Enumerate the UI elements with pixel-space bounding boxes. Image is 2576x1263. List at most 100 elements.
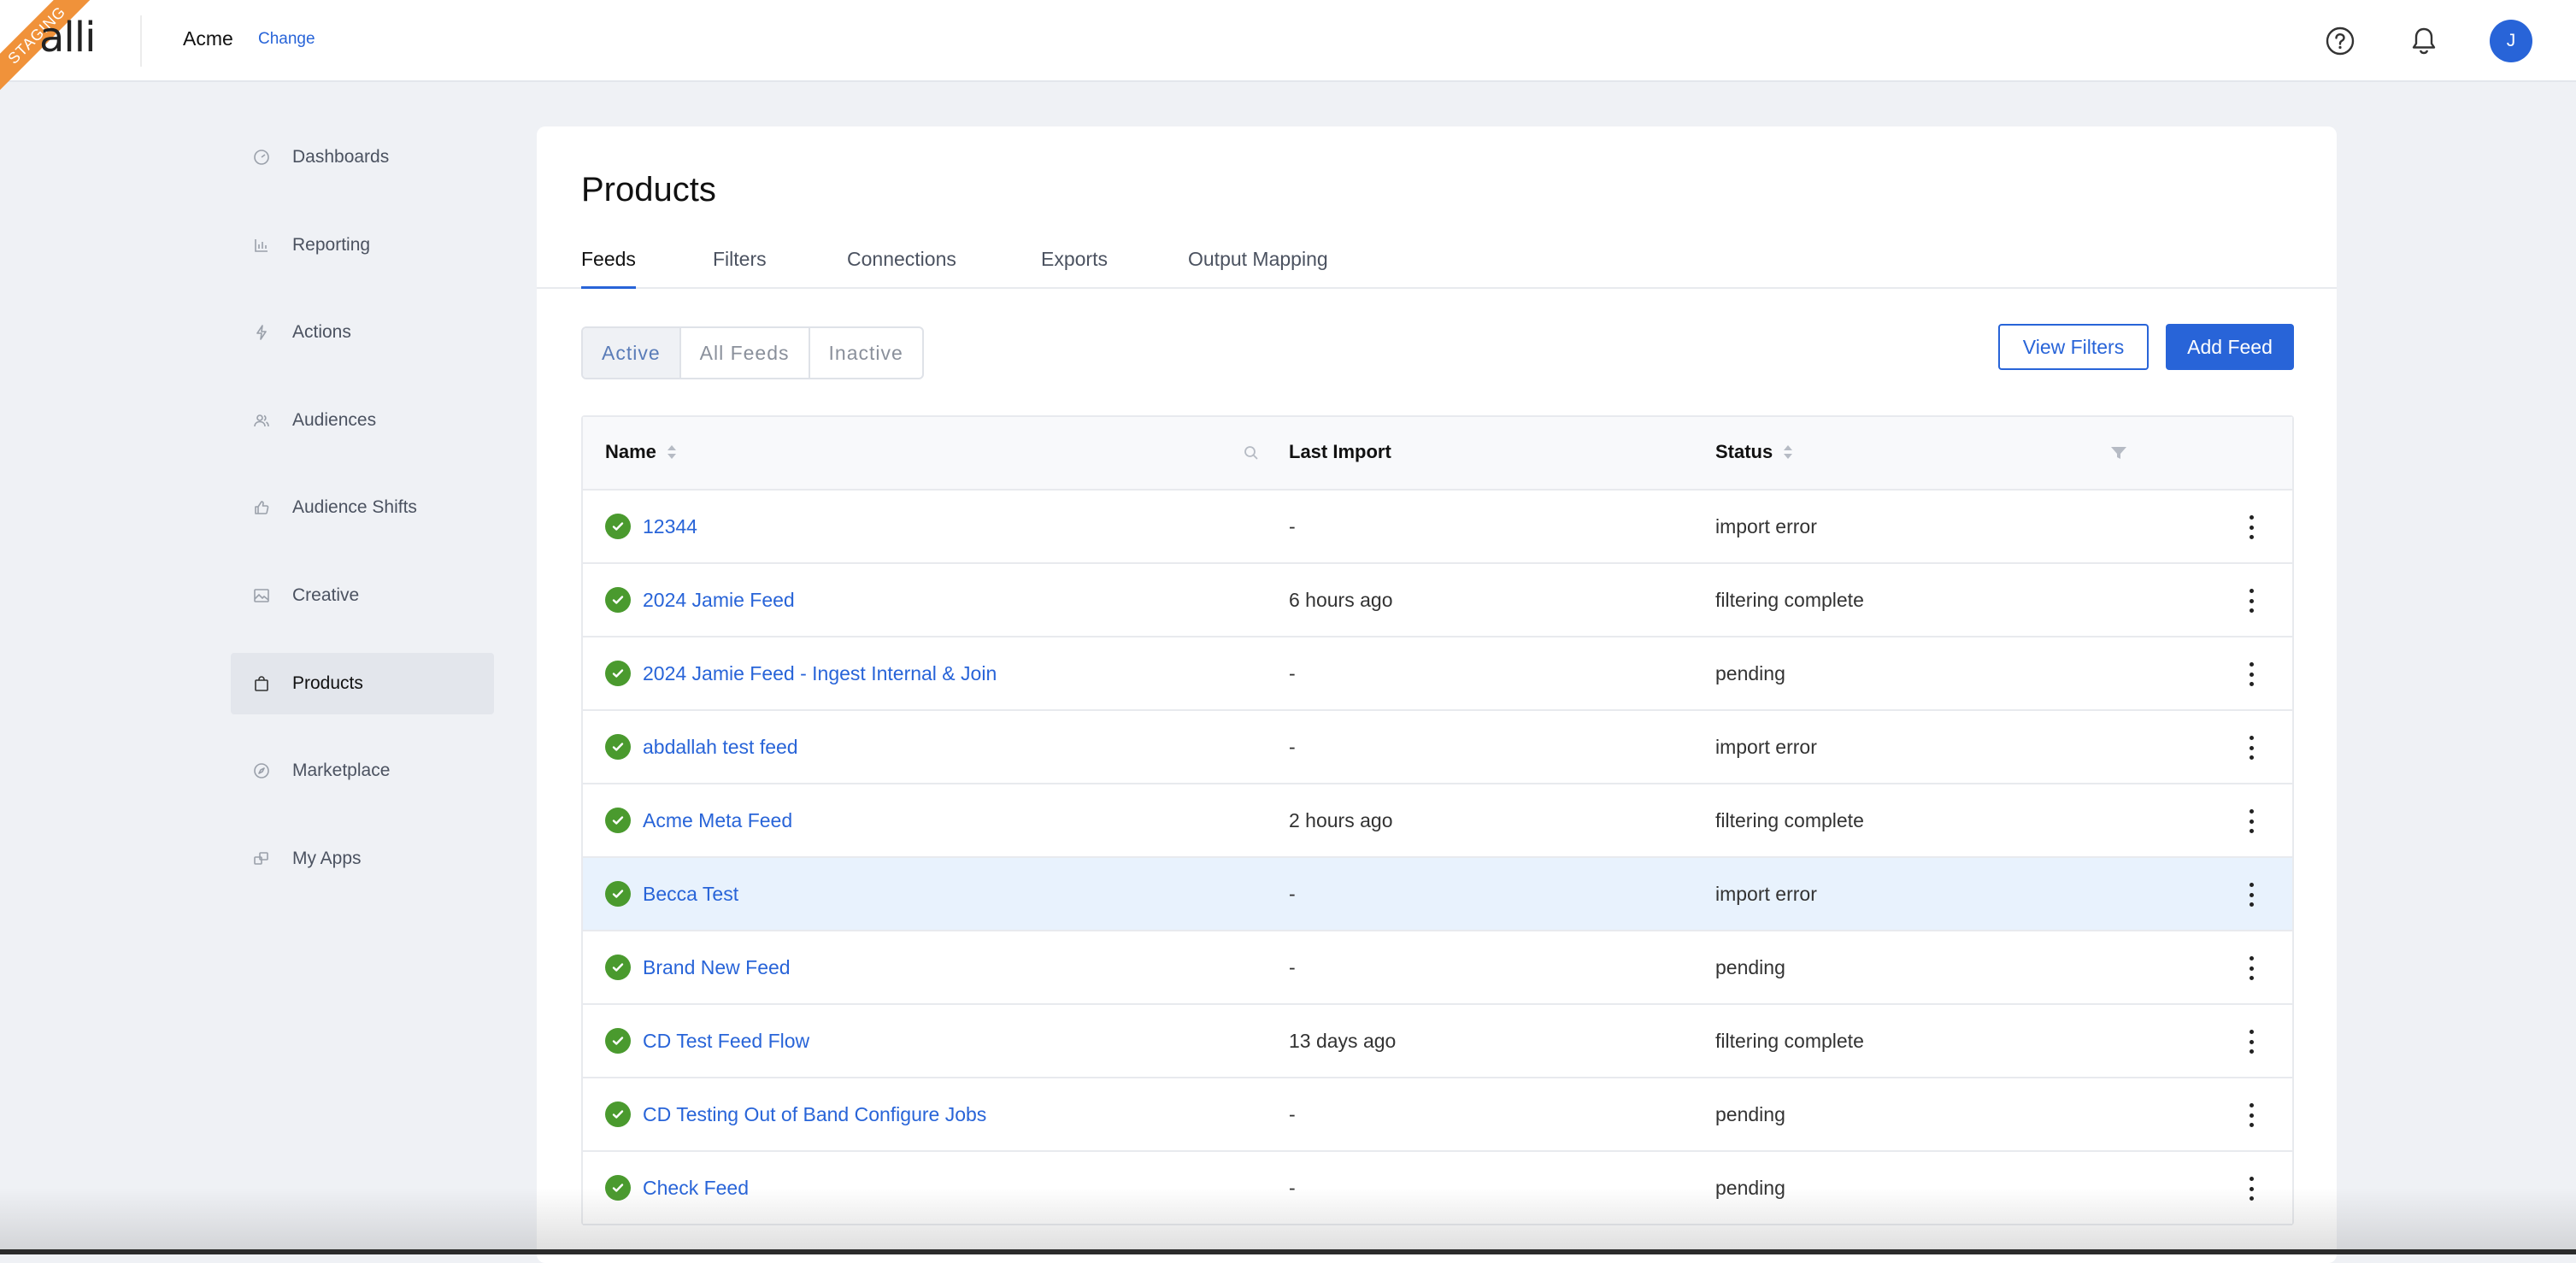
bell-icon[interactable] <box>2405 22 2443 60</box>
check-circle-icon <box>605 1028 631 1054</box>
compass-icon <box>253 762 270 779</box>
tab-output-mapping[interactable]: Output Mapping <box>1188 246 1328 289</box>
sidebar-item-label: Dashboards <box>292 147 390 167</box>
sidebar-item-label: Audience Shifts <box>292 497 417 518</box>
feed-name-link[interactable]: Brand New Feed <box>643 956 791 979</box>
column-header-status[interactable]: Status <box>1715 441 1793 463</box>
tab-feeds[interactable]: Feeds <box>581 246 636 289</box>
feed-name-link[interactable]: 12344 <box>643 515 697 538</box>
feed-name-link[interactable]: CD Test Feed Flow <box>643 1030 809 1053</box>
sidebar-item-reporting[interactable]: Reporting <box>231 214 494 276</box>
check-circle-icon <box>605 587 631 613</box>
bar-chart-icon <box>253 237 270 254</box>
more-options-icon[interactable] <box>2244 880 2258 909</box>
status-cell: pending <box>1715 956 1785 978</box>
table-row[interactable]: 12344 - import error <box>583 491 2292 564</box>
feed-name-link[interactable]: 2024 Jamie Feed - Ingest Internal & Join <box>643 662 997 685</box>
change-org-link[interactable]: Change <box>258 30 315 49</box>
last-import-cell: 13 days ago <box>1289 1030 1397 1052</box>
feed-name-link[interactable]: 2024 Jamie Feed <box>643 589 795 612</box>
user-avatar[interactable]: J <box>2490 20 2532 62</box>
feed-name-link[interactable]: Acme Meta Feed <box>643 809 792 832</box>
sidebar-item-label: Audiences <box>292 409 377 430</box>
add-feed-button[interactable]: Add Feed <box>2166 324 2294 370</box>
table-row[interactable]: 2024 Jamie Feed 6 hours ago filtering comp… <box>583 564 2292 637</box>
status-cell: filtering complete <box>1715 1030 1864 1052</box>
bottom-fade <box>0 1188 2576 1254</box>
more-options-icon[interactable] <box>2244 733 2258 762</box>
check-circle-icon <box>605 514 631 539</box>
more-options-icon[interactable] <box>2244 586 2258 615</box>
sidebar-item-label: Reporting <box>292 234 371 255</box>
more-options-icon[interactable] <box>2244 660 2258 689</box>
column-header-last-import: Last Import <box>1289 441 1391 462</box>
table-row[interactable]: Brand New Feed - pending <box>583 931 2292 1005</box>
view-filters-button[interactable]: View Filters <box>1998 324 2149 370</box>
table-row[interactable]: 2024 Jamie Feed - Ingest Internal & Join… <box>583 637 2292 711</box>
check-circle-icon <box>605 808 631 833</box>
table-row[interactable]: abdallah test feed - import error <box>583 711 2292 784</box>
apps-icon <box>253 850 270 867</box>
thumbs-up-icon <box>253 499 270 516</box>
sidebar-item-audience-shifts[interactable]: Audience Shifts <box>231 477 494 538</box>
table-row[interactable]: Acme Meta Feed 2 hours ago filtering compl… <box>583 784 2292 858</box>
status-cell: pending <box>1715 1103 1785 1125</box>
check-circle-icon <box>605 881 631 907</box>
segment-inactive[interactable]: Inactive <box>810 328 922 378</box>
last-import-cell: 2 hours ago <box>1289 809 1393 831</box>
sidebar-item-label: Products <box>292 673 363 693</box>
last-import-cell: - <box>1289 736 1296 758</box>
feed-name-link[interactable]: abdallah test feed <box>643 736 798 759</box>
column-header-name[interactable]: Name <box>605 441 677 463</box>
last-import-cell: - <box>1289 883 1296 905</box>
status-cell: import error <box>1715 883 1817 905</box>
sort-icon[interactable] <box>1783 444 1793 461</box>
tab-exports[interactable]: Exports <box>1041 246 1108 289</box>
tab-connections[interactable]: Connections <box>847 246 956 289</box>
feeds-table: Name Last Import Status 12344 - import err… <box>581 415 2294 1225</box>
sidebar-item-dashboards[interactable]: Dashboards <box>231 126 494 188</box>
table-row[interactable]: CD Test Feed Flow 13 days ago filtering co… <box>583 1005 2292 1078</box>
check-circle-icon <box>605 1101 631 1127</box>
feed-name-link[interactable]: CD Testing Out of Band Configure Jobs <box>643 1103 986 1126</box>
column-header-label: Name <box>605 441 656 462</box>
dashboard-icon <box>253 149 270 166</box>
feed-status-filter: Active All Feeds Inactive <box>581 326 924 379</box>
more-options-icon[interactable] <box>2244 513 2258 542</box>
sidebar-item-label: My Apps <box>292 848 362 868</box>
last-import-cell: - <box>1289 956 1296 978</box>
check-circle-icon <box>605 955 631 980</box>
page-title: Products <box>581 171 716 209</box>
segment-all-feeds[interactable]: All Feeds <box>681 328 810 378</box>
sort-icon[interactable] <box>667 444 677 461</box>
sidebar-item-creative[interactable]: Creative <box>231 565 494 626</box>
sidebar-item-my-apps[interactable]: My Apps <box>231 828 494 890</box>
search-icon[interactable] <box>1243 444 1260 466</box>
tab-filters[interactable]: Filters <box>713 246 767 289</box>
alli-logo[interactable]: alli <box>39 14 96 62</box>
image-icon <box>253 587 270 604</box>
check-circle-icon <box>605 661 631 686</box>
org-name: Acme <box>183 27 233 50</box>
sidebar-item-actions[interactable]: Actions <box>231 302 494 363</box>
segment-active[interactable]: Active <box>583 328 681 378</box>
sidebar-item-marketplace[interactable]: Marketplace <box>231 740 494 802</box>
help-icon[interactable] <box>2321 22 2359 60</box>
sidebar-item-products[interactable]: Products <box>231 652 494 714</box>
more-options-icon[interactable] <box>2244 1027 2258 1056</box>
sidebar-item-label: Creative <box>292 585 360 605</box>
filter-icon[interactable] <box>2109 444 2128 466</box>
feed-name-link[interactable]: Becca Test <box>643 883 738 906</box>
topbar-divider <box>140 15 142 67</box>
table-row[interactable]: Becca Test - import error <box>583 858 2292 931</box>
more-options-icon[interactable] <box>2244 1101 2258 1130</box>
more-options-icon[interactable] <box>2244 807 2258 836</box>
check-circle-icon <box>605 734 631 760</box>
last-import-cell: - <box>1289 1103 1296 1125</box>
sidebar-item-label: Marketplace <box>292 761 391 781</box>
sidebar-item-audiences[interactable]: Audiences <box>231 390 494 451</box>
table-row[interactable]: CD Testing Out of Band Configure Jobs - pe… <box>583 1078 2292 1152</box>
more-options-icon[interactable] <box>2244 954 2258 983</box>
last-import-cell: 6 hours ago <box>1289 589 1393 611</box>
last-import-cell: - <box>1289 662 1296 684</box>
